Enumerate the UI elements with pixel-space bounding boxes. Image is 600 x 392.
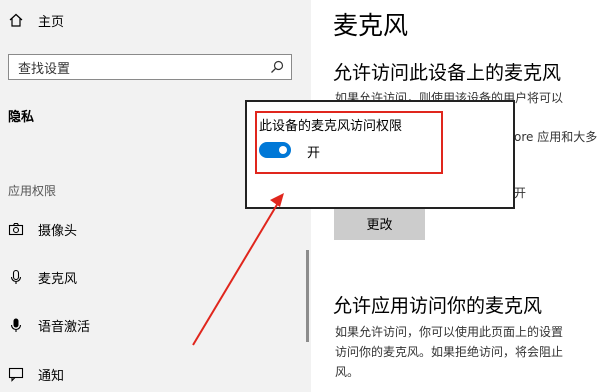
home-label: 主页 xyxy=(38,14,65,30)
home-nav-item[interactable]: 主页 xyxy=(8,10,64,30)
search-placeholder: 查找设置 xyxy=(18,61,71,77)
section2-line-3: 风。 xyxy=(335,365,360,379)
popup-title: 此设备的麦克风访问权限 xyxy=(259,119,403,134)
sidebar-item-label: 摄像头 xyxy=(38,223,78,239)
home-icon xyxy=(9,13,23,27)
microphone-access-toggle[interactable] xyxy=(259,142,291,158)
section-heading-app-access: 允许应用访问你的麦克风 xyxy=(333,295,543,317)
sidebar-item-label: 麦克风 xyxy=(38,271,78,287)
camera-icon xyxy=(8,222,24,236)
notifications-icon xyxy=(8,367,24,382)
device-access-state-fragment: 开 xyxy=(514,186,527,200)
sidebar-item-voice-activation[interactable]: 语音激活 xyxy=(8,315,90,335)
toggle-label: 开 xyxy=(307,146,321,161)
page-title: 麦克风 xyxy=(333,11,409,40)
toggle-knob xyxy=(279,146,287,154)
sidebar-item-label: 语音激活 xyxy=(38,319,91,335)
microphone-icon xyxy=(10,269,22,284)
section2-line-1: 如果允许访问，你可以使用此页面上的设置 xyxy=(335,325,564,339)
section-heading-device-access: 允许访问此设备上的麦克风 xyxy=(333,62,562,84)
voice-activation-icon xyxy=(10,318,22,332)
change-button[interactable]: 更改 xyxy=(334,207,425,240)
sidebar-item-label: 通知 xyxy=(38,368,65,384)
microphone-access-popup: 此设备的麦克风访问权限 开 xyxy=(245,100,515,209)
sidebar-item-camera[interactable]: 摄像头 xyxy=(8,219,77,239)
search-icon[interactable] xyxy=(269,59,285,75)
sidebar-item-microphone[interactable]: 麦克风 xyxy=(8,267,77,287)
sidebar-scrollbar[interactable] xyxy=(306,250,309,342)
search-settings-input[interactable]: 查找设置 xyxy=(8,54,292,80)
section-description-fragment: ore 应用和大多 xyxy=(514,130,598,144)
app-permissions-header: 应用权限 xyxy=(8,184,57,198)
privacy-category-title: 隐私 xyxy=(8,110,35,125)
section2-line-2: 访问你的麦克风。如果拒绝访问，将会阻止 xyxy=(335,345,564,359)
sidebar-item-notifications[interactable]: 通知 xyxy=(8,364,64,384)
